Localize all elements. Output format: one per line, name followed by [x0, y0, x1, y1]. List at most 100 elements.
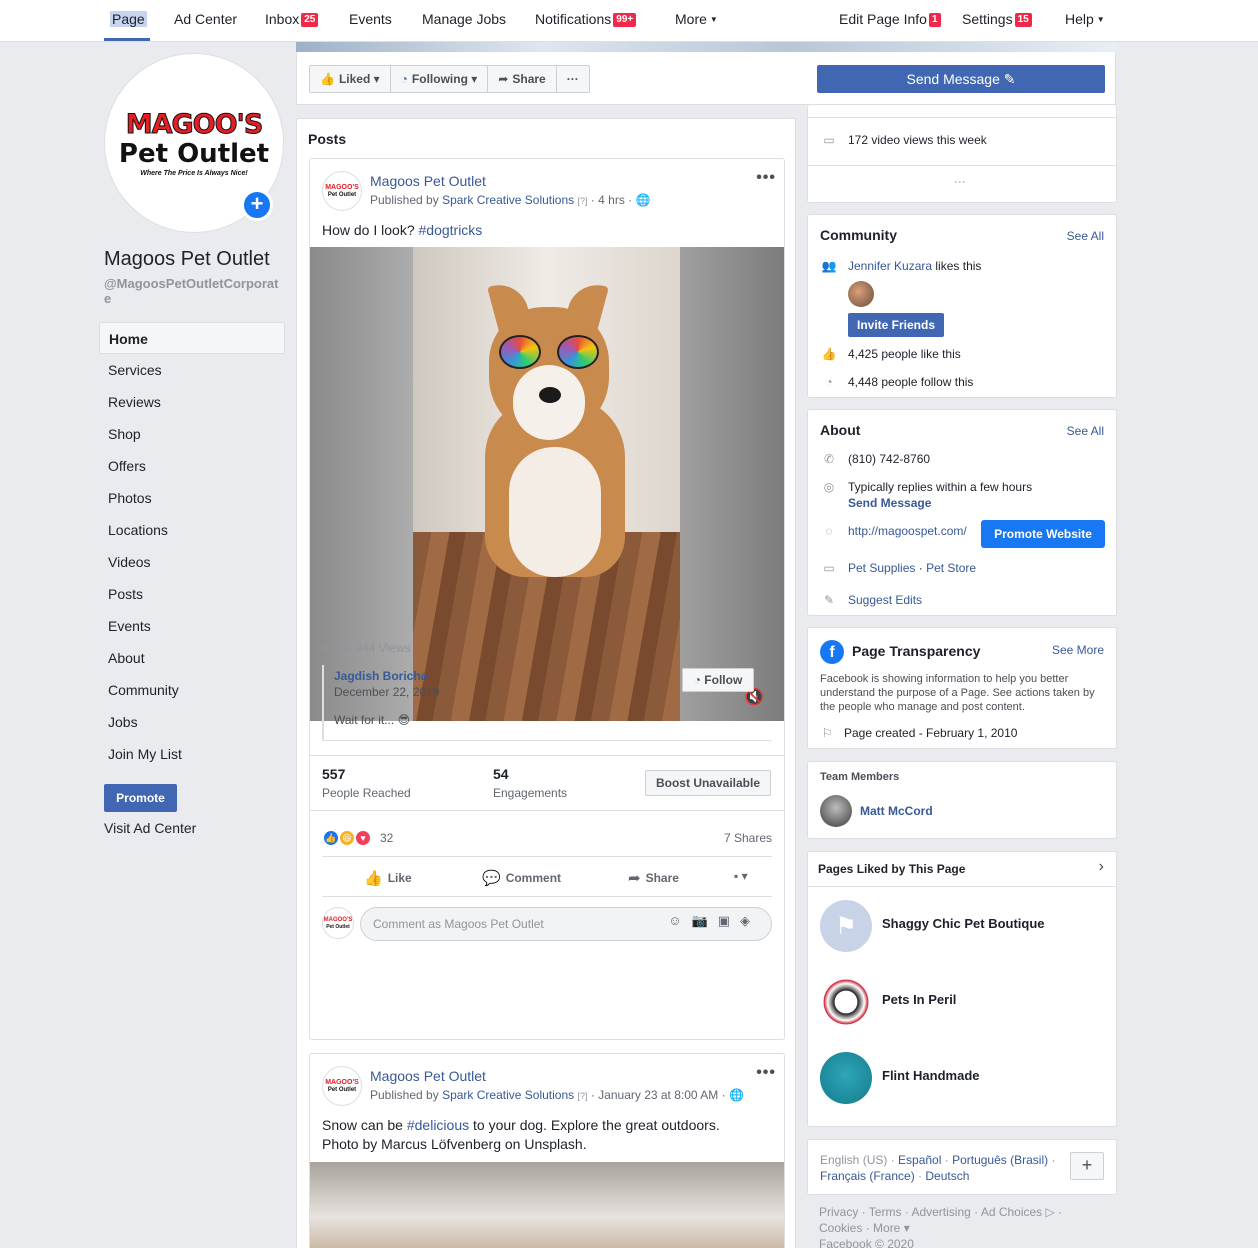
video-views: 9,529,944 Views: [322, 641, 411, 655]
promote-website-button[interactable]: Promote Website: [981, 520, 1105, 548]
pets-in-peril-logo[interactable]: [820, 976, 872, 1028]
help-icon[interactable]: [?]: [577, 196, 587, 206]
add-language-plus-icon[interactable]: +: [1070, 1152, 1104, 1180]
follow-button[interactable]: ◔ Follow: [682, 668, 754, 692]
post-author-name[interactable]: Magoos Pet Outlet: [370, 173, 486, 189]
share-button[interactable]: ➦ Share: [488, 66, 557, 92]
tab-inbox[interactable]: Inbox 25: [265, 11, 319, 27]
post-author-name[interactable]: Magoos Pet Outlet: [370, 1068, 486, 1084]
phone-row: ✆ (810) 742-8760: [820, 452, 930, 466]
friend-avatar[interactable]: [848, 281, 874, 307]
sticker-icon[interactable]: ◈: [740, 913, 760, 928]
community-see-all[interactable]: See All: [1067, 229, 1104, 243]
tab-events[interactable]: Events: [349, 11, 392, 27]
nav-item-jobs[interactable]: Jobs: [99, 706, 285, 738]
nav-item-community[interactable]: Community: [99, 674, 285, 706]
emoji-icon[interactable]: ☺: [668, 913, 691, 928]
likes-count-text: 4,425 people like this: [848, 347, 961, 361]
nav-item-about[interactable]: About: [99, 642, 285, 674]
post-options-icon[interactable]: •••: [756, 169, 776, 187]
following-button[interactable]: ◔ Following ▾: [391, 66, 489, 92]
post-author-avatar[interactable]: MAGOO'S Pet Outlet: [322, 171, 362, 211]
nav-item-locations[interactable]: Locations: [99, 514, 285, 546]
language-link[interactable]: Français (France): [820, 1169, 915, 1183]
liked-page-name[interactable]: Shaggy Chic Pet Boutique: [882, 916, 1045, 931]
nav-item-events[interactable]: Events: [99, 610, 285, 642]
like-button[interactable]: 👍 Like: [364, 869, 412, 887]
more-options-button[interactable]: ···: [557, 66, 589, 92]
chevron-right-icon[interactable]: ›: [1099, 858, 1104, 876]
reaction-count[interactable]: 32: [380, 831, 393, 845]
phone-number[interactable]: (810) 742-8760: [848, 452, 930, 466]
share-post-button[interactable]: ➦ Share: [628, 869, 679, 887]
post-timestamp[interactable]: · January 23 at 8:00 AM ·: [591, 1088, 726, 1102]
more-dots-icon[interactable]: ···: [954, 175, 966, 189]
community-card: Community See All 👥 Jennifer Kuzara likes…: [807, 214, 1117, 398]
hashtag-link[interactable]: #dogtricks: [419, 222, 483, 238]
website-link[interactable]: http://magoospet.com/: [848, 524, 967, 538]
nav-item-home[interactable]: Home: [99, 322, 285, 354]
tab-notifications[interactable]: Notifications 99+: [535, 11, 637, 27]
post-image[interactable]: [310, 1162, 784, 1248]
nav-item-join-my-list[interactable]: Join My List: [99, 738, 285, 770]
language-link[interactable]: Deutsch: [925, 1169, 969, 1183]
camera-icon[interactable]: 📷: [692, 913, 718, 928]
team-member-name[interactable]: Matt McCord: [860, 804, 933, 818]
post-timestamp[interactable]: · 4 hrs ·: [591, 193, 632, 207]
tab-edit-page-info[interactable]: Edit Page Info 1: [839, 11, 941, 27]
suggest-edits-link[interactable]: Suggest Edits: [848, 593, 922, 607]
hashtag-link[interactable]: #delicious: [407, 1117, 469, 1133]
publisher-link[interactable]: Spark Creative Solutions: [442, 193, 574, 207]
language-link[interactable]: Português (Brasil): [952, 1153, 1048, 1167]
promote-button[interactable]: Promote: [104, 784, 177, 812]
cover-photo[interactable]: [296, 42, 1116, 52]
team-member-avatar[interactable]: [820, 795, 852, 827]
tab-ad-center[interactable]: Ad Center: [174, 11, 237, 27]
post-as-selector[interactable]: ▪ ▾: [734, 869, 748, 883]
category-link[interactable]: Pet Store: [926, 561, 976, 575]
language-link[interactable]: Español: [898, 1153, 941, 1167]
love-reaction-icon[interactable]: ♥: [354, 829, 372, 847]
post-options-icon[interactable]: •••: [756, 1064, 776, 1082]
nav-item-reviews[interactable]: Reviews: [99, 386, 285, 418]
flag-avatar-icon[interactable]: ⚑: [820, 900, 872, 952]
invite-friends-button[interactable]: Invite Friends: [848, 313, 944, 337]
gif-icon[interactable]: ▣: [718, 913, 740, 928]
add-photo-plus-icon[interactable]: +: [241, 189, 273, 221]
liked-page-name[interactable]: Pets In Peril: [882, 992, 956, 1007]
visit-ad-center-link[interactable]: Visit Ad Center: [104, 820, 196, 836]
tab-more[interactable]: More ▼: [675, 11, 718, 27]
tab-manage-jobs[interactable]: Manage Jobs: [422, 11, 506, 27]
tab-settings[interactable]: Settings 15: [962, 11, 1032, 27]
comment-button[interactable]: 💬 Comment: [482, 869, 561, 887]
people-reached-label: People Reached: [322, 786, 411, 800]
share-arrow-icon: ➦: [628, 870, 641, 887]
flint-handmade-logo[interactable]: [820, 1052, 872, 1104]
page-username[interactable]: @MagoosPetOutletCorporate: [104, 276, 284, 306]
video-views-row[interactable]: ▭ 172 video views this week: [820, 133, 986, 147]
tab-help[interactable]: Help ▼: [1065, 11, 1105, 27]
help-icon[interactable]: [?]: [577, 1091, 587, 1101]
liker-name[interactable]: Jennifer Kuzara: [848, 259, 932, 273]
post-author-avatar[interactable]: MAGOO'S Pet Outlet: [322, 1066, 362, 1106]
liked-page-name[interactable]: Flint Handmade: [882, 1068, 980, 1083]
send-message-button[interactable]: Send Message ✎: [817, 65, 1105, 93]
liked-button[interactable]: 👍 Liked ▾: [310, 66, 391, 92]
category-link[interactable]: Pet Supplies: [848, 561, 915, 575]
about-send-message-link[interactable]: Send Message: [848, 496, 931, 510]
nav-item-videos[interactable]: Videos: [99, 546, 285, 578]
shares-count[interactable]: 7 Shares: [724, 831, 772, 845]
footer-links-line2[interactable]: Cookies · More ▾: [819, 1220, 1109, 1236]
tab-page[interactable]: Page: [110, 11, 147, 27]
nav-item-posts[interactable]: Posts: [99, 578, 285, 610]
credit-author[interactable]: Jagdish Boricha: [334, 669, 427, 683]
nav-item-offers[interactable]: Offers: [99, 450, 285, 482]
publisher-link[interactable]: Spark Creative Solutions: [442, 1088, 574, 1102]
nav-item-services[interactable]: Services: [99, 354, 285, 386]
nav-item-shop[interactable]: Shop: [99, 418, 285, 450]
footer-links-line1[interactable]: Privacy · Terms · Advertising · Ad Choic…: [819, 1204, 1109, 1220]
about-see-all[interactable]: See All: [1067, 424, 1104, 438]
nav-item-photos[interactable]: Photos: [99, 482, 285, 514]
transparency-see-more[interactable]: See More: [1052, 643, 1104, 657]
boost-button[interactable]: Boost Unavailable: [645, 770, 771, 796]
